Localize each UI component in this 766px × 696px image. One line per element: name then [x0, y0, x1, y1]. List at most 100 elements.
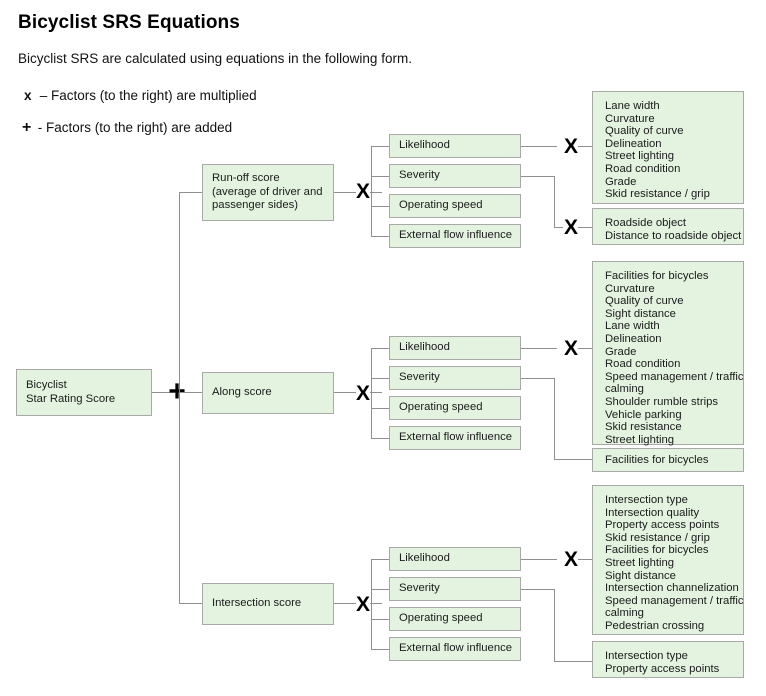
list-run-off-likelihood-factors[interactable]: Lane width Curvature Quality of curve De…	[592, 91, 744, 204]
node-run-off-score[interactable]: Run-off score (average of driver and pas…	[202, 164, 334, 221]
factor-item: Grade	[605, 175, 637, 188]
connector-along-fan-vertical	[371, 348, 372, 438]
node-along-likelihood[interactable]: Likelihood	[389, 336, 521, 360]
factor-item: Sight distance	[605, 307, 676, 320]
connector-along-likelihood-to-x	[521, 348, 557, 349]
factor-item: Facilities for bicycles	[605, 270, 709, 282]
connector-runoff-likelihood-to-x	[521, 146, 557, 147]
run-off-score-line-2: (average of driver and	[212, 185, 323, 198]
connector-along-fan-opspeed	[371, 408, 389, 409]
factor-item: Skid resistance	[605, 421, 682, 434]
along-component-external-flow: External flow influence	[399, 431, 513, 444]
connector-intersection-to-x	[334, 603, 356, 604]
connector-along-fan-severity	[371, 378, 389, 379]
node-along-external-flow[interactable]: External flow influence	[389, 426, 521, 450]
connector-spine-to-runoff	[179, 192, 202, 193]
factor-item: Intersection quality	[605, 506, 700, 519]
factor-item: Skid resistance / grip	[605, 531, 710, 544]
page-title: Bicyclist SRS Equations	[18, 12, 240, 33]
connector-runoff-to-x	[334, 192, 356, 193]
connector-runoff-severity-out	[521, 176, 554, 177]
node-intersection-operating-speed[interactable]: Operating speed	[389, 607, 521, 631]
run-off-score-line-1: Run-off score	[212, 172, 280, 185]
factor-item: Street lighting	[605, 556, 675, 569]
along-score-line-1: Along score	[212, 386, 272, 399]
factor-item: Roadside object	[605, 217, 687, 229]
connector-spine-to-intersection	[179, 603, 202, 604]
list-intersection-likelihood-factors[interactable]: Intersection type Intersection quality P…	[592, 485, 744, 635]
factor-item: Delineation	[605, 332, 662, 345]
node-run-off-external-flow[interactable]: External flow influence	[389, 224, 521, 248]
node-run-off-operating-speed[interactable]: Operating speed	[389, 194, 521, 218]
intersection-component-severity: Severity	[399, 582, 440, 595]
node-intersection-external-flow[interactable]: External flow influence	[389, 637, 521, 661]
node-bicyclist-star-rating-score[interactable]: Bicyclist Star Rating Score	[16, 369, 152, 416]
connector-runoff-likelihood-x-to-list	[578, 146, 592, 147]
factor-item: calming	[605, 383, 644, 396]
legend-multiply-text: – Factors (to the right) are multiplied	[39, 88, 257, 103]
run-off-component-severity: Severity	[399, 169, 440, 182]
connector-intersection-severity-drop	[554, 589, 555, 661]
factor-item: Street lighting	[605, 433, 675, 446]
list-intersection-severity-factors[interactable]: Intersection type Property access points	[592, 641, 744, 678]
factor-item: Intersection type	[605, 494, 688, 506]
connector-intersection-fan-vertical	[371, 559, 372, 649]
node-along-operating-speed[interactable]: Operating speed	[389, 396, 521, 420]
node-along-severity[interactable]: Severity	[389, 366, 521, 390]
connector-runoff-fan-opspeed	[371, 206, 389, 207]
factor-item: Delineation	[605, 137, 662, 150]
root-line-2: Star Rating Score	[26, 392, 116, 405]
factor-item: Intersection type	[605, 650, 688, 662]
factor-item: Curvature	[605, 282, 655, 295]
operator-multiply-intersection: X	[355, 593, 370, 616]
connector-along-fan-extflow	[371, 438, 389, 439]
factor-item: Property access points	[605, 662, 720, 675]
node-run-off-likelihood[interactable]: Likelihood	[389, 134, 521, 158]
connector-intersection-likelihood-x-to-list	[578, 559, 592, 560]
connector-along-to-x	[334, 392, 356, 393]
along-component-likelihood: Likelihood	[399, 341, 450, 354]
intersection-component-likelihood: Likelihood	[399, 552, 450, 565]
list-run-off-severity-factors[interactable]: Roadside object Distance to roadside obj…	[592, 208, 744, 245]
connector-intersection-severity-to-list	[554, 661, 592, 662]
run-off-component-operating-speed: Operating speed	[399, 199, 483, 212]
connector-intersection-fan-likelihood	[371, 559, 389, 560]
connector-intersection-likelihood-to-x	[521, 559, 557, 560]
legend-add-symbol: +	[22, 119, 32, 136]
node-along-score[interactable]: Along score	[202, 372, 334, 414]
factor-item: Intersection channelization	[605, 582, 739, 595]
along-component-severity: Severity	[399, 371, 440, 384]
legend-add-text: - Factors (to the right) are added	[37, 120, 233, 135]
factor-item: Pedestrian crossing	[605, 619, 705, 632]
factor-item: Speed management / traffic	[605, 370, 744, 383]
node-run-off-severity[interactable]: Severity	[389, 164, 521, 188]
factor-item: Skid resistance / grip	[605, 188, 710, 201]
node-intersection-score[interactable]: Intersection score	[202, 583, 334, 625]
run-off-component-external-flow: External flow influence	[399, 229, 513, 242]
connector-intersection-fan-opspeed	[371, 619, 389, 620]
node-intersection-severity[interactable]: Severity	[389, 577, 521, 601]
along-component-operating-speed: Operating speed	[399, 401, 483, 414]
node-intersection-likelihood[interactable]: Likelihood	[389, 547, 521, 571]
intro-text: Bicyclist SRS are calculated using equat…	[18, 51, 412, 66]
connector-runoff-severity-drop	[554, 176, 555, 227]
list-along-likelihood-factors[interactable]: Facilities for bicycles Curvature Qualit…	[592, 261, 744, 446]
connector-spine-vertical	[179, 192, 180, 603]
connector-along-severity-out	[521, 378, 554, 379]
connector-runoff-severity-x-to-list	[578, 227, 592, 228]
connector-intersection-fan-extflow	[371, 649, 389, 650]
factor-item: Quality of curve	[605, 125, 684, 138]
legend-multiply-symbol: x	[24, 88, 32, 103]
connector-intersection-fan-severity	[371, 589, 389, 590]
factor-item: Sight distance	[605, 569, 676, 582]
factor-item: Grade	[605, 345, 637, 358]
connector-along-severity-drop	[554, 378, 555, 459]
connector-runoff-fan-extflow	[371, 236, 389, 237]
factor-item: Distance to roadside object	[605, 229, 742, 242]
connector-runoff-fan-vertical	[371, 146, 372, 236]
intersection-component-operating-speed: Operating speed	[399, 612, 483, 625]
connector-intersection-severity-out	[521, 589, 554, 590]
list-along-severity-factors[interactable]: Facilities for bicycles	[592, 448, 744, 472]
connector-runoff-fan-severity	[371, 176, 389, 177]
factor-item: Road condition	[605, 162, 681, 175]
